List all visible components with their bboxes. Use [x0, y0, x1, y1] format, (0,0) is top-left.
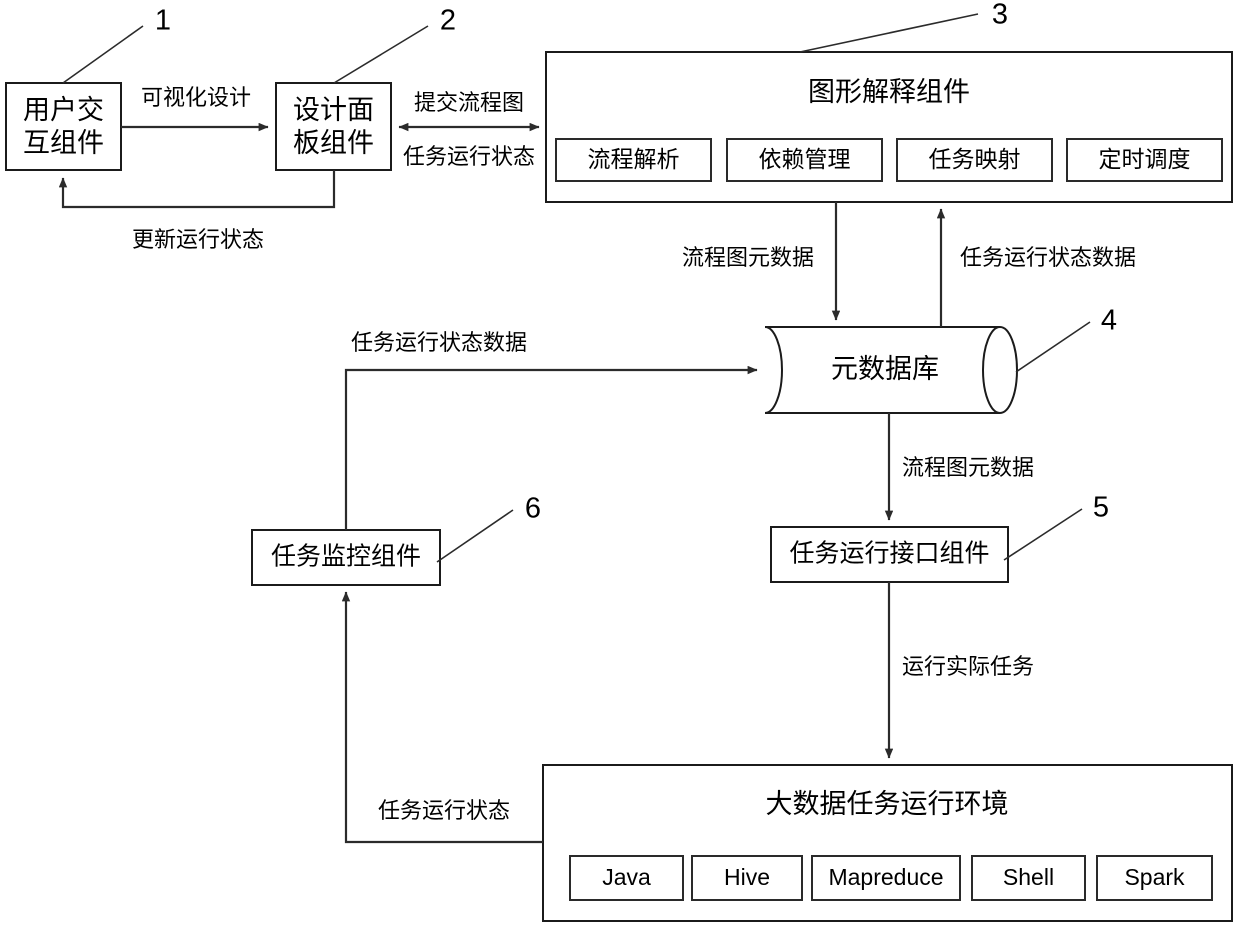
ref-number-4: 4: [1101, 305, 1117, 337]
edge-visual-design: 可视化设计: [121, 85, 269, 132]
leader-line-3: 3: [799, 0, 1008, 53]
edge-label-task-run-status-2: 任务运行状态: [378, 798, 510, 823]
edge-label-task-run-status-data-2: 任务运行状态数据: [351, 330, 527, 355]
module-label-dependency-management: 依赖管理: [759, 146, 851, 172]
design-panel-label-line1: 设计面: [293, 95, 374, 125]
edge-label-task-run-status-1: 任务运行状态: [403, 144, 535, 169]
design-panel-label-line2: 板组件: [293, 128, 374, 158]
edge-update-run-status: 更新运行状态: [58, 170, 336, 252]
leader-line-4: 4: [1015, 305, 1117, 373]
engine-label-mapreduce: Mapreduce: [828, 864, 943, 890]
metadata-database-label: 元数据库: [831, 354, 939, 384]
patent-diagram: 用户交 互组件 1 设计面 板组件 2 图形解释组件 流程解析 依赖管理 任务映…: [0, 0, 1240, 926]
component-task-monitor[interactable]: 任务监控组件: [251, 529, 441, 586]
edge-run-actual-task: 运行实际任务: [884, 582, 1034, 759]
edge-submit-flowchart: 提交流程图 任务运行状态: [398, 90, 540, 169]
diagram-canvas: 用户交 互组件 1 设计面 板组件 2 图形解释组件 流程解析 依赖管理 任务映…: [5, 0, 1233, 922]
engine-label-shell: Shell: [1003, 864, 1054, 890]
module-label-scheduled-dispatch: 定时调度: [1099, 146, 1191, 172]
task-run-interface-label: 任务运行接口组件: [789, 540, 989, 568]
component-task-run-interface[interactable]: 任务运行接口组件: [770, 526, 1009, 583]
task-monitor-label: 任务监控组件: [271, 543, 421, 571]
edge-bigdata-to-monitor: 任务运行状态: [341, 591, 543, 844]
module-label-flow-parse: 流程解析: [588, 146, 680, 172]
edge-label-task-run-status-data-1: 任务运行状态数据: [960, 245, 1136, 270]
edge-db-to-interface: 流程图元数据: [884, 413, 1034, 521]
edge-label-run-actual-task: 运行实际任务: [902, 654, 1034, 679]
engine-label-java: Java: [602, 864, 651, 890]
edge-monitor-to-db: 任务运行状态数据: [344, 330, 758, 530]
leader-line-2: 2: [333, 5, 456, 84]
user-interaction-label-line1: 用户交: [23, 95, 104, 125]
leader-line-1: 1: [62, 5, 171, 84]
component-design-panel[interactable]: 设计面 板组件: [275, 82, 392, 171]
component-graphic-interpreter[interactable]: 图形解释组件 流程解析 依赖管理 任务映射 定时调度: [545, 51, 1233, 203]
edge-label-flow-metadata-1: 流程图元数据: [682, 245, 814, 270]
ref-number-1: 1: [155, 5, 171, 37]
ref-number-3: 3: [992, 0, 1008, 31]
edge-label-visual-design: 可视化设计: [141, 85, 251, 110]
ref-number-5: 5: [1093, 492, 1109, 524]
ref-number-2: 2: [440, 5, 456, 37]
edge-label-flow-metadata-2: 流程图元数据: [902, 455, 1034, 480]
leader-line-6: 6: [436, 493, 541, 563]
edge-label-submit-flowchart: 提交流程图: [414, 90, 524, 115]
graphic-interpreter-label: 图形解释组件: [808, 77, 970, 107]
module-label-task-mapping: 任务映射: [929, 146, 1021, 172]
engine-label-spark: Spark: [1124, 864, 1185, 890]
ref-number-6: 6: [525, 493, 541, 525]
edge-label-update-run-status: 更新运行状态: [132, 227, 264, 252]
component-metadata-database[interactable]: 元数据库: [764, 326, 1018, 414]
leader-line-5: 5: [1003, 492, 1109, 561]
component-user-interaction[interactable]: 用户交 互组件: [5, 82, 122, 171]
bigdata-runtime-label: 大数据任务运行环境: [766, 789, 1009, 819]
user-interaction-label-line2: 互组件: [23, 128, 104, 158]
edge-flow-metadata-down: 流程图元数据: [682, 202, 841, 321]
engine-label-hive: Hive: [724, 864, 770, 890]
component-bigdata-runtime[interactable]: 大数据任务运行环境 Java Hive Mapreduce Shell Spar…: [542, 764, 1233, 922]
